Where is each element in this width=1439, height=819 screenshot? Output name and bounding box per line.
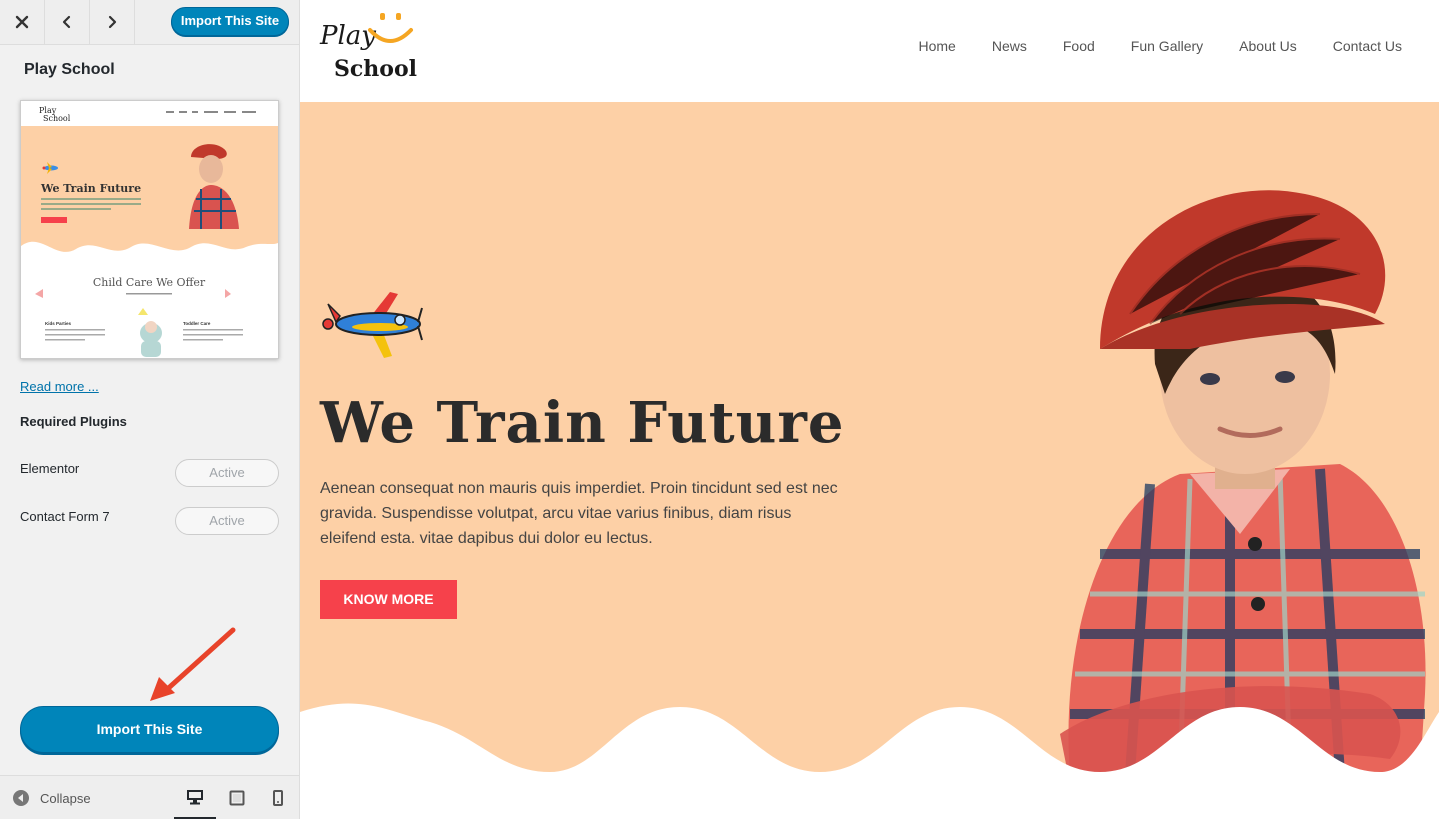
plugin-name-contact-form-7: Contact Form 7 <box>20 509 110 524</box>
svg-text:Play: Play <box>319 21 376 51</box>
plugin-status-elementor: Active <box>175 459 279 487</box>
thumb-hero-title: We Train Future <box>40 182 141 195</box>
hero-section: We Train Future Aenean consequat non mau… <box>300 102 1439 819</box>
svg-text:School: School <box>334 56 417 82</box>
nav-about-us[interactable]: About Us <box>1239 38 1297 54</box>
next-button[interactable] <box>90 0 135 44</box>
import-site-button-top[interactable]: Import This Site <box>171 7 289 36</box>
svg-text:School: School <box>43 114 71 123</box>
nav-contact-us[interactable]: Contact Us <box>1333 38 1402 54</box>
know-more-button[interactable]: KNOW MORE <box>320 580 457 619</box>
nav-news[interactable]: News <box>992 38 1027 54</box>
hero-wave-divider <box>300 703 1439 819</box>
import-site-button[interactable]: Import This Site <box>20 706 279 753</box>
collapse-label: Collapse <box>40 790 91 806</box>
nav-food[interactable]: Food <box>1063 38 1095 54</box>
desktop-preview-button[interactable] <box>174 776 216 819</box>
site-header: Play School Home News Food Fun Gallery A… <box>300 0 1439 102</box>
airplane-icon <box>322 292 423 358</box>
tablet-icon <box>229 790 245 806</box>
site-logo[interactable]: Play School <box>318 8 418 82</box>
mobile-icon <box>273 790 283 806</box>
child-photo <box>1060 190 1426 784</box>
close-button[interactable] <box>0 0 45 44</box>
tablet-preview-button[interactable] <box>216 776 258 819</box>
main-nav: Home News Food Fun Gallery About Us Cont… <box>883 38 1403 54</box>
desktop-icon <box>187 789 203 804</box>
close-icon <box>15 15 29 29</box>
hero-text: Aenean consequat non mauris quis imperdi… <box>320 480 838 547</box>
collapse-button[interactable]: Collapse <box>12 789 91 807</box>
thumb-section-title: Child Care We Offer <box>93 276 206 289</box>
read-more-link[interactable]: Read more ... <box>20 379 99 394</box>
site-title: Play School <box>24 61 115 78</box>
plugin-name-elementor: Elementor <box>20 461 80 476</box>
required-plugins-heading: Required Plugins <box>20 414 127 429</box>
nav-fun-gallery[interactable]: Fun Gallery <box>1131 38 1203 54</box>
site-preview: Play School Home News Food Fun Gallery A… <box>300 0 1439 819</box>
collapse-icon <box>13 790 29 806</box>
arrow-icon <box>150 627 236 701</box>
previous-button[interactable] <box>45 0 90 44</box>
chevron-left-icon <box>62 15 71 29</box>
thumb-card2: Toddler Care <box>183 321 211 326</box>
sidebar-footer: Collapse <box>0 775 299 819</box>
hero-title: We Train Future <box>320 390 845 456</box>
thumb-card1: Kids Parties <box>45 321 72 326</box>
plugin-status-contact-form-7: Active <box>175 507 279 535</box>
smiley-icon <box>368 13 413 43</box>
chevron-right-icon <box>108 15 117 29</box>
sidebar-topbar: Import This Site <box>0 0 299 45</box>
customizer-sidebar: Import This Site Play School Play School… <box>0 0 300 819</box>
mobile-preview-button[interactable] <box>257 776 299 819</box>
nav-home[interactable]: Home <box>919 38 956 54</box>
site-thumbnail[interactable]: Play School We Train Future Child Care W… <box>20 100 279 359</box>
